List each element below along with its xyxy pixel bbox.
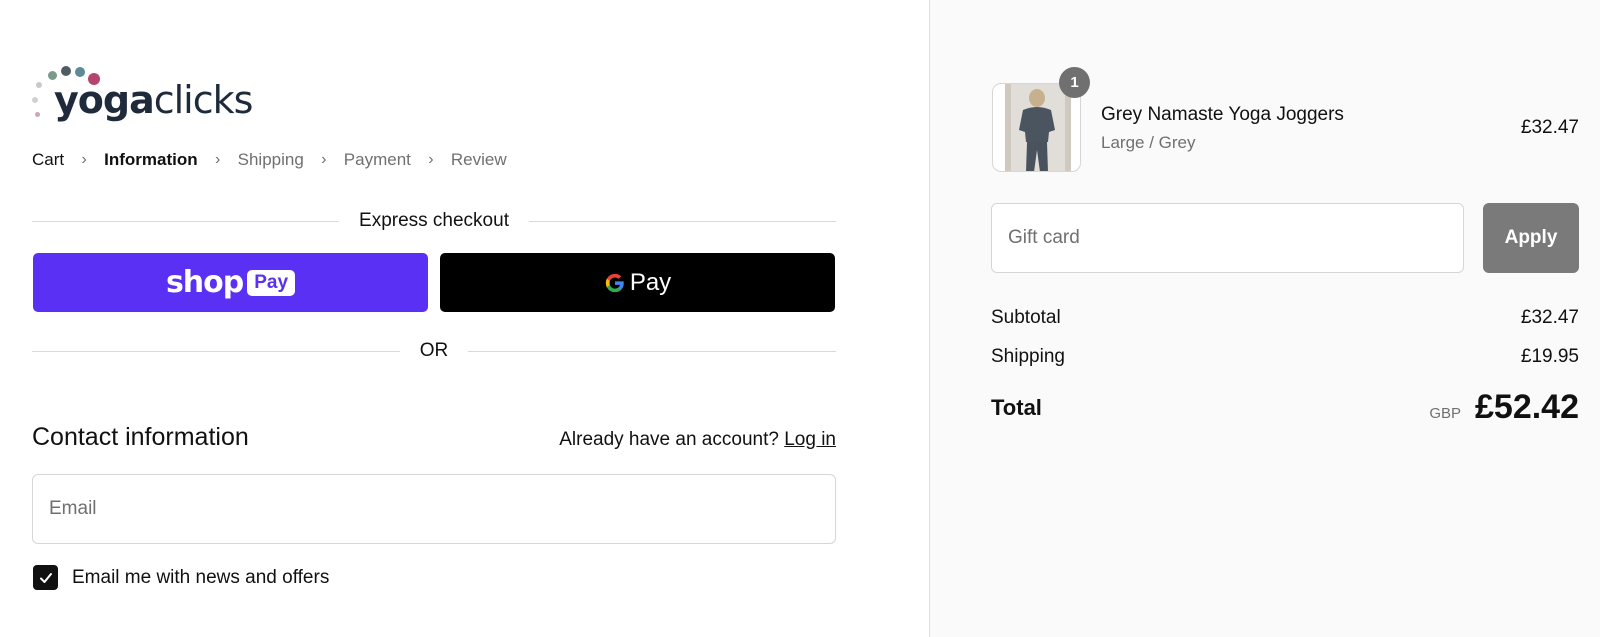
total-value: £52.42 [1475, 388, 1579, 426]
account-prompt: Already have an account? Log in [559, 429, 836, 451]
apply-button[interactable]: Apply [1483, 203, 1579, 273]
total-row: Total GBP £52.42 [991, 388, 1579, 427]
gift-card-input[interactable] [991, 203, 1464, 273]
shipping-value: £19.95 [1520, 346, 1579, 367]
express-checkout-divider: Express checkout [32, 210, 836, 232]
chevron-right-icon: › [428, 151, 434, 168]
logo-dot [36, 82, 42, 88]
breadcrumb-review: Review [450, 150, 507, 169]
divider-line [32, 220, 340, 222]
divider-line [32, 350, 400, 352]
checkmark-icon [39, 572, 52, 583]
breadcrumb-information: Information [104, 150, 198, 169]
logo-wordmark: yogaclicks [54, 78, 253, 122]
breadcrumb-payment: Payment [343, 150, 411, 169]
shop-pay-wordmark: shop [165, 265, 244, 300]
google-pay-label: Pay [629, 268, 672, 296]
subtotal-value: £32.47 [1520, 307, 1579, 328]
checkout-main: yogaclicks Cart › Information › Shipping… [0, 0, 929, 637]
newsletter-checkbox[interactable] [33, 565, 58, 590]
logo-dot [75, 67, 85, 77]
or-label: OR [419, 340, 449, 361]
google-pay-button[interactable]: Pay [440, 253, 835, 312]
subtotal-label: Subtotal [991, 307, 1061, 328]
breadcrumb: Cart › Information › Shipping › Payment … [32, 150, 507, 170]
total-amount-group: GBP £52.42 [1429, 388, 1579, 427]
product-variant: Large / Grey [1101, 133, 1196, 152]
chevron-right-icon: › [81, 151, 87, 168]
google-g-icon [605, 273, 624, 292]
newsletter-label: Email me with news and offers [72, 566, 330, 588]
shipping-row: Shipping £19.95 [991, 346, 1579, 368]
divider-line [528, 220, 836, 222]
currency-code: GBP [1429, 405, 1461, 422]
newsletter-option[interactable]: Email me with news and offers [33, 565, 329, 590]
shop-pay-badge: Pay [247, 269, 296, 296]
product-name: Grey Namaste Yoga Joggers [1101, 104, 1344, 125]
contact-information-heading: Contact information [32, 423, 249, 451]
brand-logo[interactable]: yogaclicks [32, 66, 262, 126]
divider-line [468, 350, 836, 352]
shipping-label: Shipping [991, 346, 1065, 367]
logo-dot [32, 97, 38, 103]
chevron-right-icon: › [214, 151, 221, 168]
product-price: £32.47 [1520, 117, 1579, 138]
or-divider: OR [32, 340, 836, 362]
shop-pay-button[interactable]: shop Pay [33, 253, 428, 312]
log-in-link[interactable]: Log in [784, 429, 836, 450]
quantity-badge: 1 [1059, 67, 1090, 98]
total-label: Total [991, 394, 1042, 420]
subtotal-row: Subtotal £32.47 [991, 307, 1579, 329]
express-checkout-heading: Express checkout [359, 210, 509, 231]
logo-dot [61, 66, 71, 76]
chevron-right-icon: › [321, 151, 327, 168]
logo-dot [35, 112, 40, 117]
breadcrumb-shipping: Shipping [237, 150, 304, 169]
breadcrumb-cart[interactable]: Cart [32, 150, 64, 170]
account-prompt-text: Already have an account? [559, 429, 779, 450]
product-image [1005, 84, 1071, 171]
email-input[interactable] [32, 474, 836, 544]
